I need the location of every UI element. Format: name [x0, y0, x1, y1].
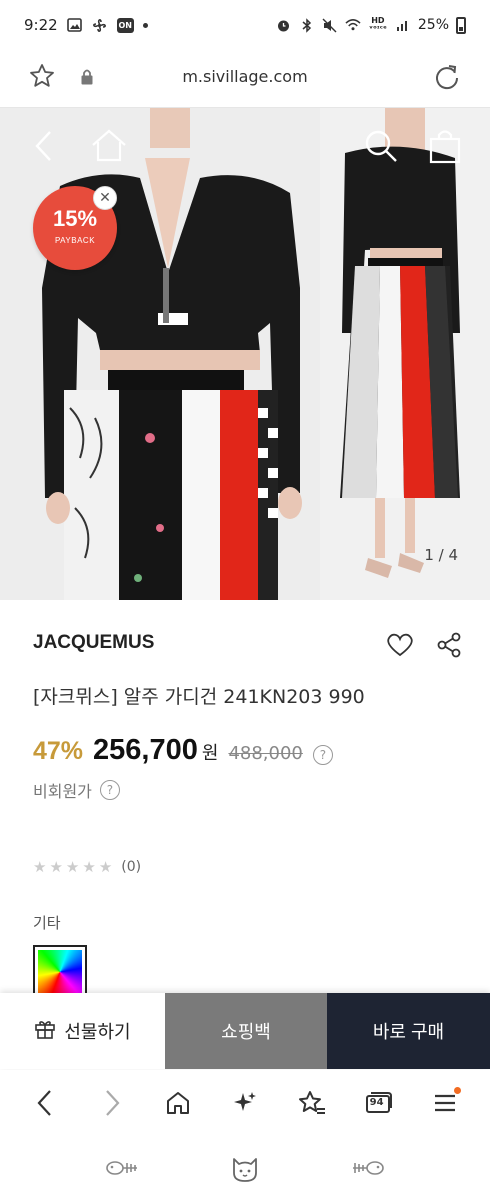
browser-url-bar: m.sivillage.com [0, 50, 490, 108]
member-price-row: 비회원가 ? [33, 778, 120, 802]
wifi-icon [345, 17, 361, 33]
bookmarks-star-icon[interactable] [294, 1085, 330, 1121]
notification-dot [142, 22, 148, 28]
member-price-help-icon[interactable]: ? [99, 780, 120, 800]
currency-label: 원 [201, 743, 219, 764]
signal-icon [395, 17, 411, 33]
sale-price: 256,700 [93, 734, 198, 766]
mute-icon [322, 17, 338, 33]
browser-forward-icon[interactable] [94, 1085, 130, 1121]
payback-label: PAYBACK [54, 236, 96, 245]
original-price: 488,000 [228, 743, 303, 764]
product-title: [자크뮈스] 알주 가디건 241KN203 990 [33, 686, 365, 708]
image-pager: 1 / 4 [424, 546, 458, 564]
browser-toolbar: 94 [0, 1070, 490, 1136]
star-icon: ★ [82, 858, 96, 876]
alarm-icon [276, 17, 292, 33]
home-icon[interactable] [90, 128, 128, 168]
member-price-label: 비회원가 [33, 782, 92, 801]
shopping-bag-icon[interactable] [428, 128, 462, 168]
color-swatch-option[interactable] [33, 945, 87, 999]
url-text[interactable]: m.sivillage.com [0, 67, 490, 86]
tab-count: 94 [369, 1097, 384, 1108]
product-photo-front [0, 108, 320, 600]
product-image-carousel[interactable]: 1 / 4 [0, 108, 490, 600]
system-navigation-bar [0, 1140, 490, 1200]
status-bar: 9:22 ON HD ᵛᵒᶦᶜᵉ 25% [0, 0, 490, 50]
star-icon: ★ [98, 858, 113, 876]
sparkle-icon[interactable] [227, 1085, 263, 1121]
status-time: 9:22 [24, 16, 58, 34]
browser-home-icon[interactable] [160, 1085, 196, 1121]
fishbone-right-icon[interactable] [351, 1158, 385, 1182]
star-icon: ★ [33, 858, 47, 876]
battery-percent: 25% [417, 17, 449, 33]
purchase-action-bar: 선물하기 쇼핑백 바로 구매 [0, 993, 490, 1069]
back-arrow-icon[interactable] [32, 128, 56, 168]
search-icon[interactable] [363, 128, 399, 168]
heart-icon[interactable] [386, 632, 414, 662]
review-count: (0) [121, 859, 142, 875]
add-to-bag-button[interactable]: 쇼핑백 [165, 993, 327, 1069]
browser-back-icon[interactable] [27, 1085, 63, 1121]
product-photo-side [320, 108, 490, 600]
gift-icon [34, 1018, 56, 1045]
reload-icon[interactable] [432, 62, 462, 96]
rating-row[interactable]: ★ ★ ★ ★ ★ (0) [33, 858, 141, 876]
battery-icon [456, 16, 466, 34]
star-icon: ★ [65, 858, 80, 876]
price-help-icon[interactable]: ? [312, 745, 333, 765]
cat-home-icon[interactable] [229, 1153, 261, 1187]
option-label: 기타 [33, 914, 61, 932]
star-icon: ★ [49, 858, 63, 876]
fan-icon [92, 17, 108, 33]
brand-name[interactable]: JACQUEMUS [33, 632, 154, 654]
menu-icon[interactable] [427, 1085, 463, 1121]
fishbone-left-icon[interactable] [105, 1158, 139, 1182]
share-icon[interactable] [436, 632, 462, 662]
discount-rate: 47% [33, 737, 84, 765]
rainbow-swatch-icon [38, 950, 82, 994]
price-row: 47% 256,700 원 488,000 ? [33, 734, 333, 767]
tabs-icon[interactable]: 94 [360, 1085, 396, 1121]
gift-button[interactable]: 선물하기 [0, 993, 165, 1069]
hd-voice-icon: HD ᵛᵒᶦᶜᵉ [368, 16, 387, 33]
on-badge: ON [116, 17, 134, 33]
menu-notification-dot [453, 1087, 461, 1094]
gift-button-label: 선물하기 [64, 1022, 131, 1042]
buy-now-button[interactable]: 바로 구매 [327, 993, 490, 1069]
badge-close-icon[interactable]: ✕ [93, 186, 117, 210]
bluetooth-icon [299, 17, 315, 33]
gallery-icon [67, 17, 83, 33]
